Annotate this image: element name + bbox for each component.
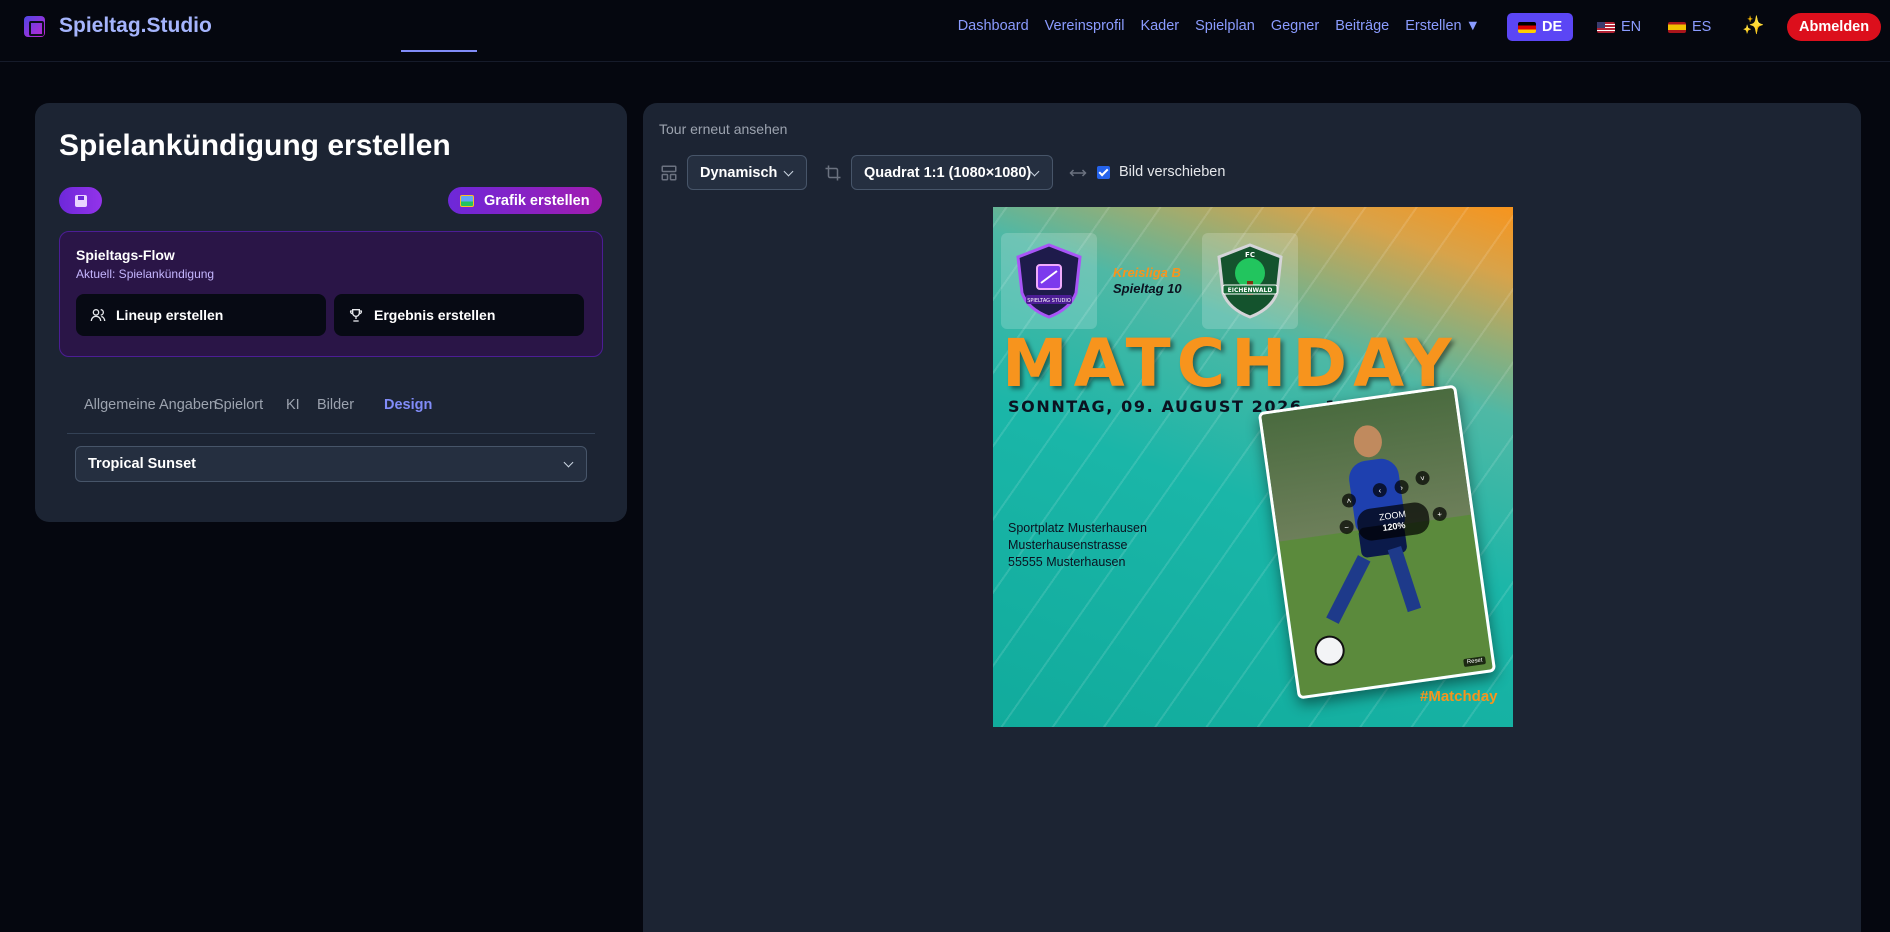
spieltag-studio-crest-icon: SPIELTAG STUDIO bbox=[1016, 243, 1082, 319]
create-result-button[interactable]: Ergebnis erstellen bbox=[334, 294, 584, 336]
move-image-label: Bild verschieben bbox=[1119, 164, 1226, 180]
nav-link-spielplan[interactable]: Spielplan bbox=[1195, 18, 1255, 34]
germany-flag-icon bbox=[1518, 21, 1536, 33]
spain-flag-icon bbox=[1668, 21, 1686, 33]
round-label: Spieltag 10 bbox=[1113, 281, 1182, 296]
nav-link-dashboard[interactable]: Dashboard bbox=[958, 18, 1029, 34]
poster-headline: MATCHDAY bbox=[1002, 325, 1458, 402]
home-logo-text: SPIELTAG STUDIO bbox=[1027, 298, 1071, 304]
flow-title: Spieltags-Flow bbox=[76, 247, 175, 263]
page-title: Spielankündigung erstellen bbox=[59, 129, 451, 162]
brand-logo-icon bbox=[24, 15, 45, 37]
matchday-poster-preview: SPIELTAG STUDIO EICHENWALD FC Kreisliga … bbox=[993, 207, 1513, 727]
design-theme-value: Tropical Sunset bbox=[88, 456, 196, 472]
image-icon bbox=[460, 194, 474, 207]
move-horizontal-icon bbox=[1069, 169, 1087, 177]
tour-restart-link[interactable]: Tour erneut ansehen bbox=[659, 121, 787, 137]
player-leg bbox=[1387, 545, 1422, 613]
layout-select[interactable]: Dynamisch bbox=[687, 155, 807, 190]
away-logo-text: EICHENWALD bbox=[1228, 287, 1273, 294]
layout-select-value: Dynamisch bbox=[700, 164, 778, 181]
reset-button[interactable]: Reset bbox=[1463, 656, 1487, 668]
trophy-icon bbox=[349, 309, 363, 322]
tab-spielort[interactable]: Spielort bbox=[214, 397, 263, 413]
fc-eichenwald-crest-icon: EICHENWALD FC bbox=[1217, 243, 1283, 319]
top-nav: Spieltag.Studio Dashboard Vereinsprofil … bbox=[0, 0, 1890, 62]
matchday-flow-card: Spieltags-Flow Aktuell: Spielankündigung… bbox=[59, 231, 603, 357]
create-graphic-label: Grafik erstellen bbox=[484, 192, 590, 209]
save-button[interactable] bbox=[59, 187, 102, 214]
language-button-es[interactable]: ES bbox=[1657, 13, 1722, 41]
chevron-down-icon bbox=[783, 166, 794, 177]
move-image-toggle: Bild verschieben bbox=[1097, 164, 1225, 180]
tab-ki[interactable]: KI bbox=[286, 397, 300, 413]
sparkles-icon[interactable]: ✨ bbox=[1742, 15, 1764, 36]
league-label: Kreisliga B bbox=[1113, 265, 1181, 280]
nav-links: Dashboard Vereinsprofil Kader Spielplan … bbox=[958, 18, 1480, 34]
language-button-en[interactable]: EN bbox=[1586, 13, 1652, 41]
tab-design[interactable]: Design bbox=[384, 397, 432, 413]
create-graphic-button[interactable]: Grafik erstellen bbox=[448, 187, 602, 214]
player-photo[interactable]: ˄ ‹ › ˅ ZOOM 120% − + Reset bbox=[1257, 384, 1497, 700]
move-image-checkbox[interactable] bbox=[1097, 165, 1110, 179]
create-lineup-button[interactable]: Lineup erstellen bbox=[76, 294, 326, 336]
nav-link-erstellen-dropdown[interactable]: Erstellen ▼ bbox=[1405, 18, 1480, 34]
tab-allgemeine-angaben[interactable]: Allgemeine Angaben bbox=[84, 397, 217, 413]
create-result-label: Ergebnis erstellen bbox=[374, 307, 496, 323]
format-select[interactable]: Quadrat 1:1 (1080×1080) bbox=[851, 155, 1053, 190]
language-label: ES bbox=[1692, 19, 1712, 35]
nav-link-gegner[interactable]: Gegner bbox=[1271, 18, 1319, 34]
format-select-value: Quadrat 1:1 (1080×1080) bbox=[864, 164, 1032, 181]
usa-flag-icon bbox=[1597, 21, 1615, 33]
soccer-ball-icon bbox=[1312, 633, 1347, 668]
venue-line: Sportplatz Musterhausen bbox=[1008, 521, 1147, 535]
create-lineup-label: Lineup erstellen bbox=[116, 307, 224, 323]
venue-line: 55555 Musterhausen bbox=[1008, 555, 1126, 569]
nav-link-kader[interactable]: Kader bbox=[1140, 18, 1179, 34]
flow-subtitle: Aktuell: Spielankündigung bbox=[76, 267, 215, 281]
crop-icon bbox=[825, 165, 841, 181]
logout-button[interactable]: Abmelden bbox=[1787, 13, 1882, 41]
language-button-de[interactable]: DE bbox=[1507, 13, 1574, 41]
language-label: EN bbox=[1621, 19, 1642, 35]
tab-bilder[interactable]: Bilder bbox=[317, 397, 354, 413]
floppy-disk-icon bbox=[74, 194, 87, 207]
brand-name: Spieltag.Studio bbox=[59, 14, 212, 37]
users-icon bbox=[90, 309, 106, 322]
player-leg bbox=[1326, 555, 1371, 624]
layout-icon bbox=[661, 165, 677, 181]
language-label: DE bbox=[1542, 19, 1563, 35]
editor-tabs: Allgemeine Angaben Spielort KI Bilder De… bbox=[67, 50, 595, 434]
active-tab-indicator bbox=[401, 50, 477, 52]
chevron-down-icon bbox=[563, 457, 574, 468]
nav-link-beitraege[interactable]: Beiträge bbox=[1335, 18, 1389, 34]
poster-hashtag: #Matchday bbox=[1420, 688, 1498, 705]
away-logo-fc: FC bbox=[1245, 251, 1255, 259]
design-theme-select[interactable]: Tropical Sunset bbox=[75, 446, 587, 482]
venue-line: Musterhausenstrasse bbox=[1008, 538, 1128, 552]
venue-address: Sportplatz Musterhausen Musterhausenstra… bbox=[1008, 520, 1147, 571]
brand[interactable]: Spieltag.Studio bbox=[24, 14, 212, 38]
home-team-logo: SPIELTAG STUDIO bbox=[1001, 233, 1097, 329]
nav-link-vereinsprofil[interactable]: Vereinsprofil bbox=[1045, 18, 1125, 34]
away-team-logo: EICHENWALD FC bbox=[1202, 233, 1298, 329]
editor-panel: Spielankündigung erstellen Grafik erstel… bbox=[35, 50, 627, 522]
